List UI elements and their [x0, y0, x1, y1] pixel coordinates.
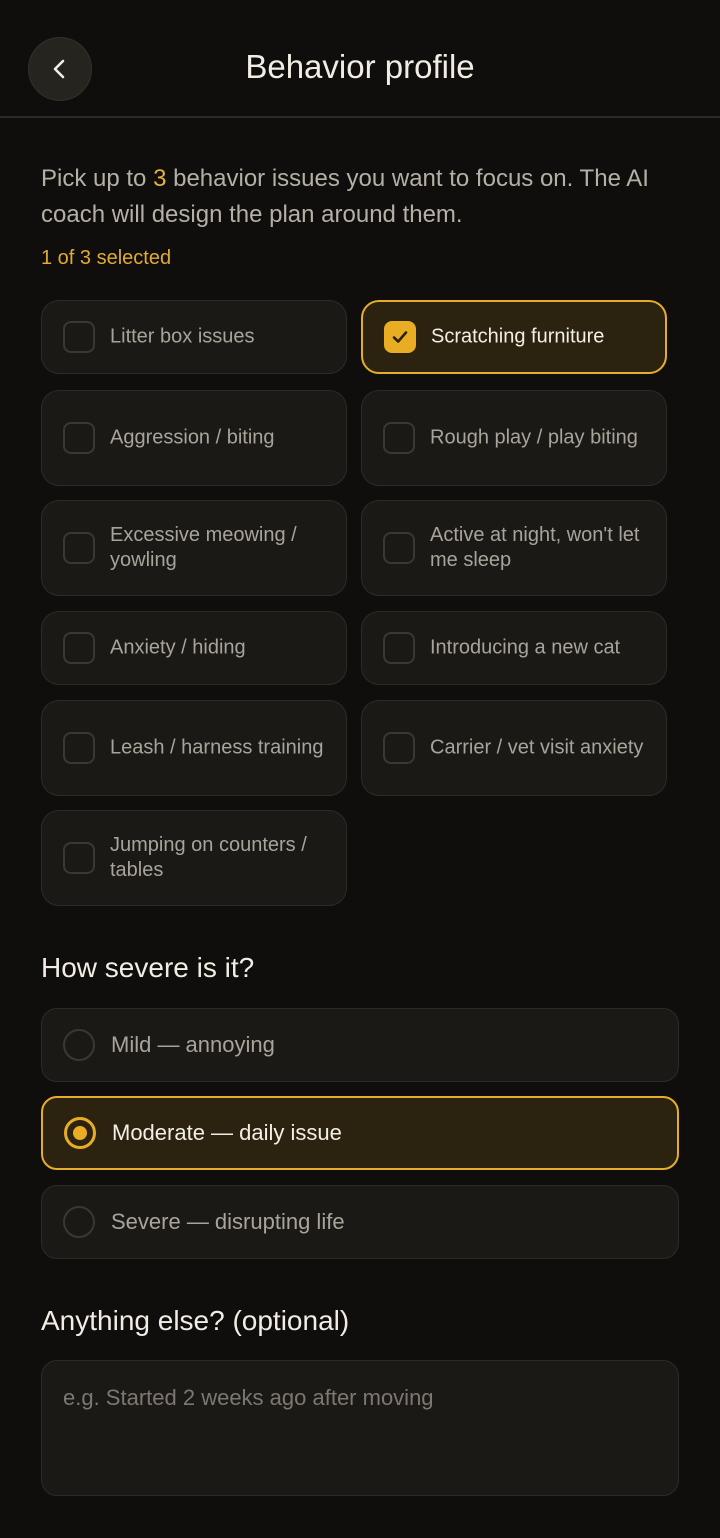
issue-label: Scratching furniture [431, 325, 605, 348]
issue-chip-excessive-meowing[interactable]: Excessive meowing / yowling [41, 500, 347, 596]
radio-button[interactable] [63, 1206, 95, 1238]
issue-chip-rough-play[interactable]: Rough play / play biting [361, 390, 667, 486]
issue-label: Introducing a new cat [430, 636, 621, 659]
checkbox[interactable] [63, 632, 95, 664]
issue-chip-new-cat[interactable]: Introducing a new cat [361, 611, 667, 685]
severity-label: Mild — annoying [111, 1032, 275, 1057]
issue-chip-jumping-counters[interactable]: Jumping on counters / tables [41, 810, 347, 906]
severity-option-severe[interactable]: Severe — disrupting life [41, 1185, 679, 1259]
notes-heading: Anything else? (optional) [41, 1305, 350, 1336]
severity-heading: How severe is it? [41, 952, 255, 983]
issue-label: Anxiety / hiding [110, 636, 246, 659]
selection-count: 1 of 3 selected [41, 247, 172, 269]
issue-label: Aggression / biting [110, 426, 275, 449]
severity-label: Moderate — daily issue [112, 1120, 342, 1145]
issue-chip-carrier-vet[interactable]: Carrier / vet visit anxiety [361, 700, 667, 796]
checkbox[interactable] [383, 632, 415, 664]
notes-textarea[interactable] [41, 1360, 679, 1496]
issue-label: Rough play / play biting [430, 426, 638, 449]
checkbox[interactable] [383, 532, 415, 564]
radio-button[interactable] [63, 1029, 95, 1061]
top-bar: Behavior profile [0, 0, 720, 118]
intro-text-start: Pick up to [41, 165, 154, 192]
severity-option-moderate[interactable]: Moderate — daily issue [41, 1096, 679, 1170]
checkbox[interactable] [63, 422, 95, 454]
issue-label: Litter box issues [110, 325, 255, 348]
severity-option-mild[interactable]: Mild — annoying [41, 1008, 679, 1082]
issue-label: Excessive meowing / yowling [110, 524, 297, 571]
checkbox[interactable] [383, 422, 415, 454]
checkbox[interactable] [384, 321, 416, 353]
radio-button[interactable] [64, 1117, 96, 1149]
severity-label: Severe — disrupting life [111, 1209, 345, 1234]
checkbox[interactable] [63, 532, 95, 564]
issue-chip-anxiety-hiding[interactable]: Anxiety / hiding [41, 611, 347, 685]
issue-label: Leash / harness training [110, 736, 324, 759]
issue-chip-leash-training[interactable]: Leash / harness training [41, 700, 347, 796]
issue-chip-aggression[interactable]: Aggression / biting [41, 390, 347, 486]
page-title: Behavior profile [245, 48, 475, 85]
selection-limit: 3 [153, 165, 167, 192]
issue-label: Carrier / vet visit anxiety [430, 736, 644, 759]
intro-text: Pick up to 3 behavior issues you want to… [41, 161, 681, 233]
checkbox[interactable] [63, 732, 95, 764]
checkbox[interactable] [63, 842, 95, 874]
checkmark-icon [392, 331, 408, 343]
issue-chip-scratching-furniture[interactable]: Scratching furniture [361, 300, 667, 374]
issue-chip-active-at-night[interactable]: Active at night, won't let me sleep [361, 500, 667, 596]
issue-label: Active at night, won't let me sleep [430, 524, 640, 571]
issue-chip-litter-box[interactable]: Litter box issues [41, 300, 347, 374]
issue-label: Jumping on counters / tables [110, 834, 307, 881]
checkbox[interactable] [63, 321, 95, 353]
checkbox[interactable] [383, 732, 415, 764]
